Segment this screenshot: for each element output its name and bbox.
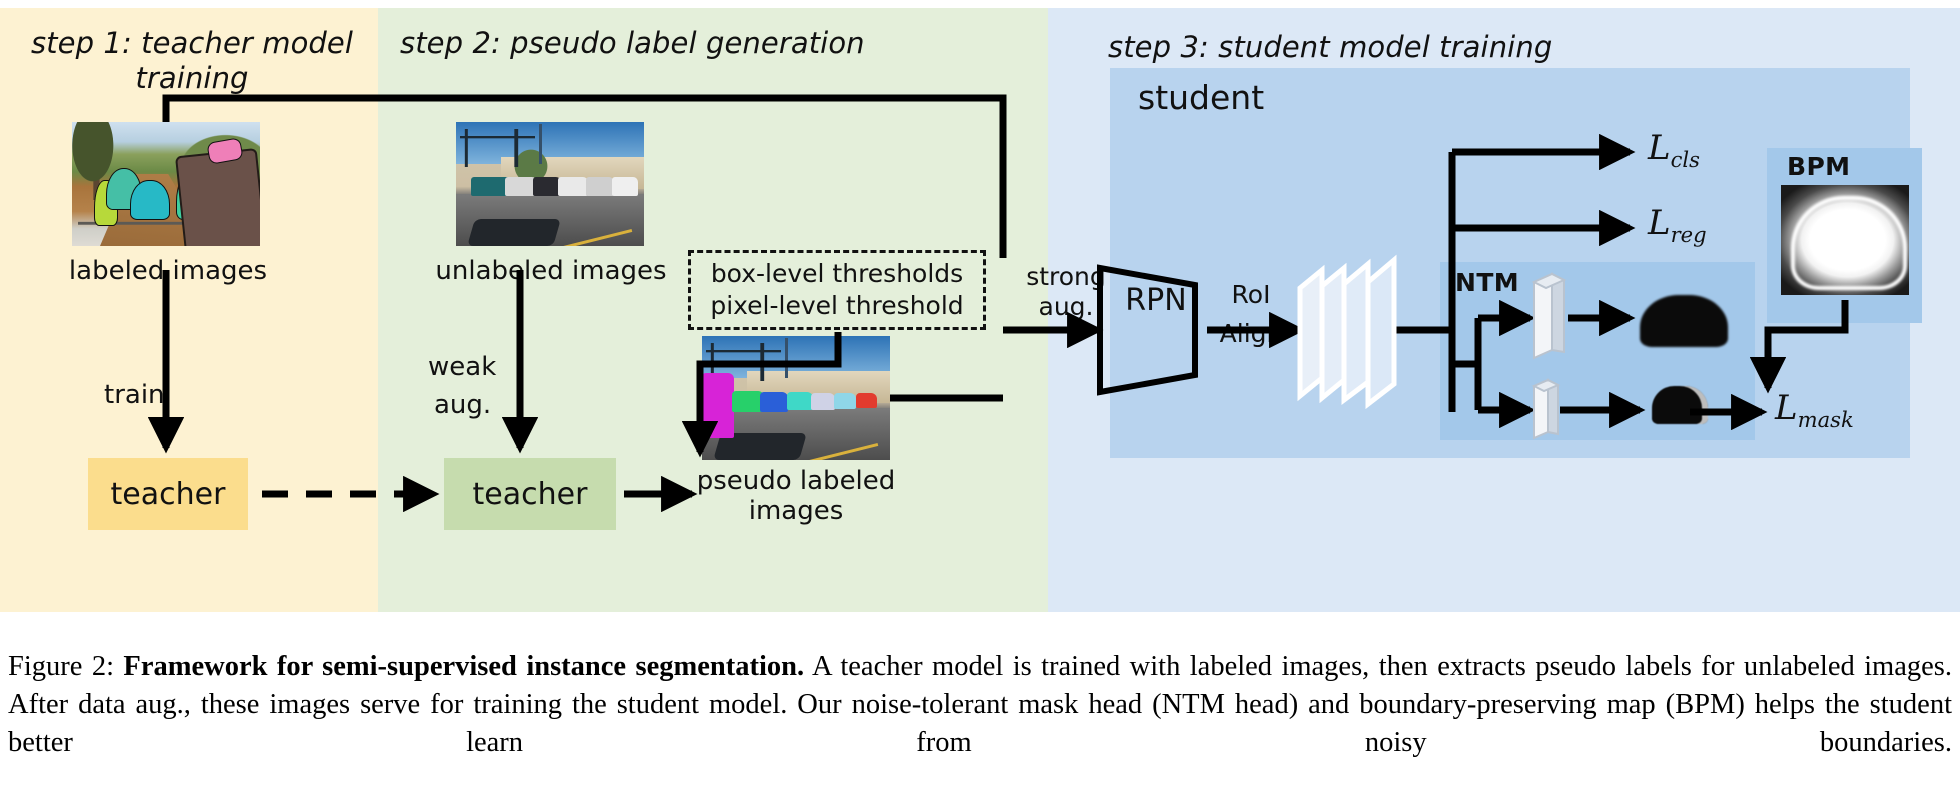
caption-bold-title: Framework for semi-supervised instance s… <box>123 651 805 682</box>
caption-prefix: Figure 2: <box>8 651 124 682</box>
feature-map-stack <box>1297 254 1397 410</box>
figure-caption: Figure 2: Framework for semi-supervised … <box>8 648 1952 762</box>
ntm-conv-slab-top <box>1531 272 1567 360</box>
rpn-trapezoid <box>1097 264 1198 396</box>
arrow-thresholds-to-pseudo <box>681 332 842 458</box>
arrow-bpm-to-loss-mask <box>1749 300 1849 394</box>
ntm-conv-slab-bottom <box>1531 378 1561 440</box>
figure-root: step 1: teacher model training step 2: p… <box>0 0 1960 806</box>
wire-feedback-top <box>162 94 1007 258</box>
diagram-connectors <box>147 94 1849 513</box>
